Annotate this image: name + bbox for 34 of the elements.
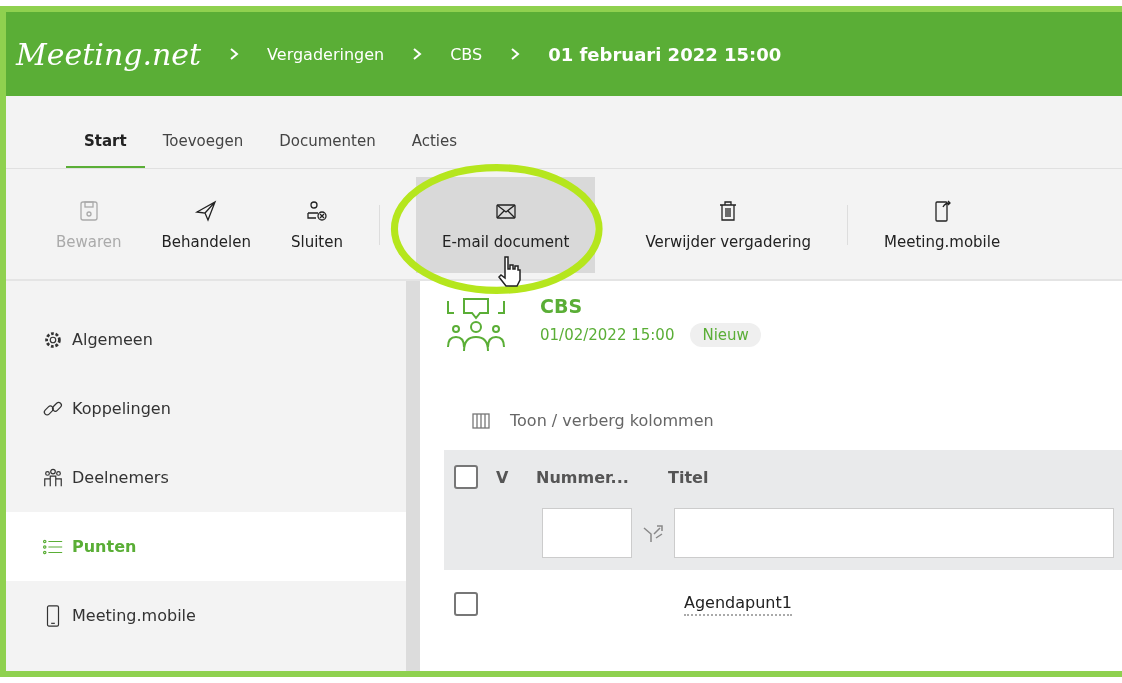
sidebar-item[interactable]: Deelnemers [6, 443, 406, 512]
columns-toggle-link[interactable]: Toon / verberg kolommen [510, 411, 714, 430]
chevron-icon [229, 47, 240, 61]
toolbar-button[interactable]: Behandelen [141, 177, 271, 273]
filter-icon[interactable] [642, 522, 664, 544]
breadcrumb-current: 01 februari 2022 15:00 [548, 43, 782, 65]
ribbon-tab[interactable]: Acties [393, 132, 476, 168]
select-all-checkbox[interactable] [454, 465, 478, 489]
sidebar-item[interactable]: Koppelingen [6, 374, 406, 443]
column-header[interactable]: Titel [668, 467, 709, 487]
toolbar-button[interactable]: Sluiten [270, 177, 363, 273]
ribbon-tab[interactable]: Documenten [261, 132, 394, 168]
paper-plane-icon [194, 199, 219, 223]
toolbar-button[interactable]: Meeting.mobile [864, 177, 1021, 273]
status-badge: Nieuw [690, 323, 761, 347]
item-title-link[interactable]: Agendapunt1 [684, 592, 792, 616]
people-icon [42, 466, 64, 489]
chevron-icon [510, 47, 521, 61]
scrollbar[interactable] [406, 281, 420, 671]
toolbar-button[interactable]: E-mail document [415, 177, 596, 273]
columns-icon [472, 411, 490, 430]
filter-field[interactable] [674, 508, 1114, 558]
meeting-title: CBS [540, 295, 584, 317]
sidebar-item[interactable]: Algemeen [6, 305, 406, 374]
ribbon-tab[interactable]: Toevoegen [144, 132, 262, 168]
chevron-icon [412, 47, 423, 61]
column-header[interactable]: V [496, 467, 536, 487]
meeting-date: 01/02/2022 15:00 [540, 326, 675, 344]
sidebar-item[interactable]: Meeting.mobile [6, 581, 406, 650]
toolbar-button[interactable]: Verwijder vergadering [625, 177, 832, 273]
user-remove-icon [304, 199, 329, 223]
filter-field[interactable] [542, 508, 632, 558]
column-header[interactable]: Nummer... [536, 467, 668, 487]
row-checkbox[interactable] [454, 592, 478, 616]
